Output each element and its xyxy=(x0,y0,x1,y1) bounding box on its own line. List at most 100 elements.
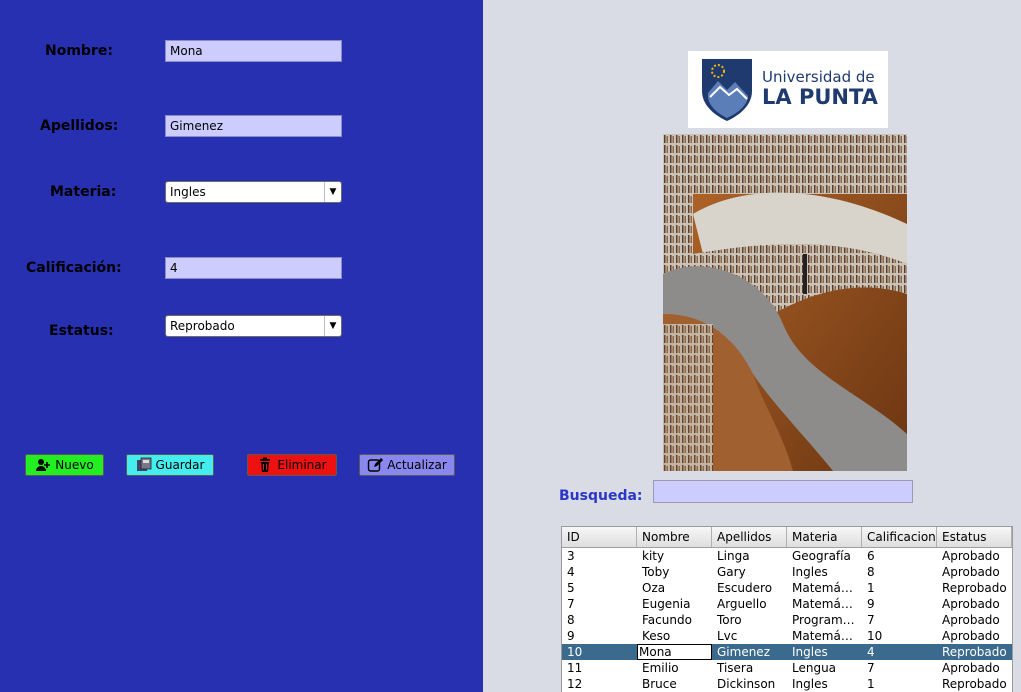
nombre-label: Nombre: xyxy=(45,43,113,59)
column-header-nombre[interactable]: Nombre xyxy=(637,527,712,547)
calificacion-field[interactable]: 4 xyxy=(165,257,342,279)
eliminar-label: Eliminar xyxy=(277,458,327,472)
estatus-select[interactable]: Reprobado ▼ xyxy=(165,315,342,337)
table-cell[interactable]: Toby xyxy=(637,564,712,580)
table-cell[interactable]: Linga xyxy=(712,548,787,564)
table-cell[interactable]: Dickinson xyxy=(712,676,787,692)
table-cell[interactable]: Escudero xyxy=(712,580,787,596)
table-cell[interactable]: Reprobado xyxy=(937,676,1012,692)
table-cell[interactable]: Reprobado xyxy=(937,644,1012,660)
table-cell[interactable]: Arguello xyxy=(712,596,787,612)
table-cell[interactable]: Facundo xyxy=(637,612,712,628)
materia-label: Materia: xyxy=(50,184,117,200)
table-row[interactable]: 10 Mona Gimenez Ingles 4 Reprobado xyxy=(562,644,1012,660)
table-cell[interactable]: Toro xyxy=(712,612,787,628)
table-cell[interactable]: Gimenez xyxy=(712,644,787,660)
edit-icon xyxy=(368,458,384,472)
estatus-selected-value: Reprobado xyxy=(170,319,235,333)
actualizar-label: Actualizar xyxy=(387,458,447,472)
table-cell[interactable]: Ingles xyxy=(787,564,862,580)
table-cell[interactable]: Matemátic... xyxy=(787,628,862,644)
table-cell[interactable]: Tisera xyxy=(712,660,787,676)
column-header-calificacion[interactable]: Calificacion xyxy=(862,527,937,547)
table-cell[interactable]: Lvc xyxy=(712,628,787,644)
table-cell[interactable]: Gary xyxy=(712,564,787,580)
table-cell[interactable]: Aprobado xyxy=(937,548,1012,564)
column-header-id[interactable]: ID xyxy=(562,527,637,547)
table-row[interactable]: 12 Bruce Dickinson Ingles 1 Reprobado xyxy=(562,676,1012,692)
table-cell[interactable]: 9 xyxy=(862,596,937,612)
table-cell[interactable]: 10 xyxy=(562,644,637,660)
materia-select[interactable]: Ingles ▼ xyxy=(165,181,342,203)
table-cell[interactable]: 7 xyxy=(562,596,637,612)
table-row[interactable]: 3 kity Linga Geografía 6 Aprobado xyxy=(562,548,1012,564)
guardar-button[interactable]: Guardar xyxy=(126,454,214,476)
table-cell[interactable]: 10 xyxy=(862,628,937,644)
university-logo: Universidad de LA PUNTA xyxy=(688,51,888,128)
estatus-label: Estatus: xyxy=(49,323,114,339)
table-cell[interactable]: Matemátic... xyxy=(787,596,862,612)
nuevo-button[interactable]: Nuevo xyxy=(25,454,104,476)
table-cell[interactable]: Ingles xyxy=(787,676,862,692)
table-cell[interactable]: Reprobado xyxy=(937,580,1012,596)
eliminar-button[interactable]: Eliminar xyxy=(247,454,337,476)
table-cell[interactable]: Lengua xyxy=(787,660,862,676)
table-row[interactable]: 9 Keso Lvc Matemátic... 10 Aprobado xyxy=(562,628,1012,644)
library-photo xyxy=(663,134,907,471)
table-cell[interactable]: Aprobado xyxy=(937,612,1012,628)
display-panel: Universidad de LA PUNTA Busqueda: ID Nom… xyxy=(483,0,1021,692)
table-cell[interactable]: 5 xyxy=(562,580,637,596)
apellidos-field[interactable]: Gimenez xyxy=(165,115,342,137)
table-header: ID Nombre Apellidos Materia Calificacion… xyxy=(562,527,1012,548)
table-cell[interactable]: 7 xyxy=(862,612,937,628)
table-row[interactable]: 8 Facundo Toro Programa... 7 Aprobado xyxy=(562,612,1012,628)
table-cell[interactable]: Eugenia xyxy=(637,596,712,612)
table-cell[interactable]: 8 xyxy=(562,612,637,628)
add-user-icon xyxy=(36,459,51,471)
table-cell[interactable]: 1 xyxy=(862,580,937,596)
materia-selected-value: Ingles xyxy=(170,185,206,199)
table-cell[interactable]: 9 xyxy=(562,628,637,644)
table-cell[interactable]: 1 xyxy=(862,676,937,692)
search-label: Busqueda: xyxy=(559,488,643,504)
table-cell[interactable]: 11 xyxy=(562,660,637,676)
table-cell[interactable]: Aprobado xyxy=(937,596,1012,612)
column-header-materia[interactable]: Materia xyxy=(787,527,862,547)
table-cell[interactable]: Programa... xyxy=(787,612,862,628)
nuevo-label: Nuevo xyxy=(55,458,94,472)
table-row[interactable]: 4 Toby Gary Ingles 8 Aprobado xyxy=(562,564,1012,580)
chevron-down-icon: ▼ xyxy=(324,316,341,336)
table-cell[interactable]: Bruce xyxy=(637,676,712,692)
table-cell[interactable]: Aprobado xyxy=(937,660,1012,676)
table-row[interactable]: 11 Emilio Tisera Lengua 7 Aprobado xyxy=(562,660,1012,676)
column-header-estatus[interactable]: Estatus xyxy=(937,527,1012,547)
table-cell[interactable]: Oza xyxy=(637,580,712,596)
table-cell[interactable]: Geografía xyxy=(787,548,862,564)
table-cell[interactable]: 3 xyxy=(562,548,637,564)
table-cell[interactable]: kity xyxy=(637,548,712,564)
table-cell[interactable]: Mona xyxy=(637,644,712,660)
table-cell[interactable]: Emilio xyxy=(637,660,712,676)
save-icon xyxy=(136,457,151,471)
table-row[interactable]: 5 Oza Escudero Matemátic... 1 Reprobado xyxy=(562,580,1012,596)
nombre-field[interactable]: Mona xyxy=(165,40,342,62)
table-cell[interactable]: 8 xyxy=(862,564,937,580)
search-input[interactable] xyxy=(653,480,913,503)
table-cell[interactable]: 4 xyxy=(562,564,637,580)
table-row[interactable]: 7 Eugenia Arguello Matemátic... 9 Aprobado xyxy=(562,596,1012,612)
table-cell[interactable]: 6 xyxy=(862,548,937,564)
table-cell[interactable]: Matemátic... xyxy=(787,580,862,596)
table-cell[interactable]: Aprobado xyxy=(937,564,1012,580)
apellidos-label: Apellidos: xyxy=(40,118,119,134)
column-header-apellidos[interactable]: Apellidos xyxy=(712,527,787,547)
table-cell[interactable]: Aprobado xyxy=(937,628,1012,644)
university-emblem-icon: Universidad de LA PUNTA xyxy=(702,59,879,121)
actualizar-button[interactable]: Actualizar xyxy=(359,454,455,476)
table-cell[interactable]: Keso xyxy=(637,628,712,644)
table-cell[interactable]: 4 xyxy=(862,644,937,660)
table-cell[interactable]: 7 xyxy=(862,660,937,676)
table-cell[interactable]: Ingles xyxy=(787,644,862,660)
table-cell[interactable]: 12 xyxy=(562,676,637,692)
guardar-label: Guardar xyxy=(155,458,205,472)
logo-text-line1: Universidad de xyxy=(762,68,875,86)
